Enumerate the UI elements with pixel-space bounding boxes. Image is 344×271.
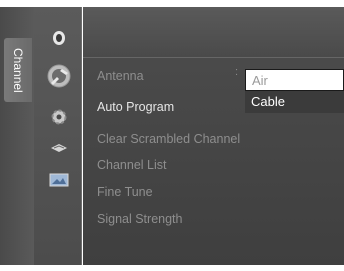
side-tab-label: Channel [11,48,25,93]
application-icon[interactable] [49,170,69,190]
antenna-popup: Air Cable [245,69,344,113]
menu-item-fine-tune[interactable]: Fine Tune [97,183,153,201]
tv-menu-screen: Channel Antenna: Auto Program Clear Scr… [0,0,344,271]
menu-item-signal-strength[interactable]: Signal Strength [97,210,182,228]
channel-icon[interactable] [46,63,72,89]
main-panel-header [83,7,344,58]
popup-option-cable[interactable]: Cable [245,91,344,113]
selection-arrow-icon: : [235,66,239,78]
menu-item-auto-program[interactable]: Auto Program [97,98,174,116]
menu-item-clear-scrambled-channel[interactable]: Clear Scrambled Channel [97,130,240,148]
menu-item-antenna[interactable]: Antenna [97,67,144,85]
popup-option-air[interactable]: Air [245,69,344,91]
picture-icon[interactable] [49,28,69,48]
setup-icon[interactable] [49,107,69,127]
input-icon[interactable] [49,138,69,158]
menu-item-channel-list[interactable]: Channel List [97,156,167,174]
